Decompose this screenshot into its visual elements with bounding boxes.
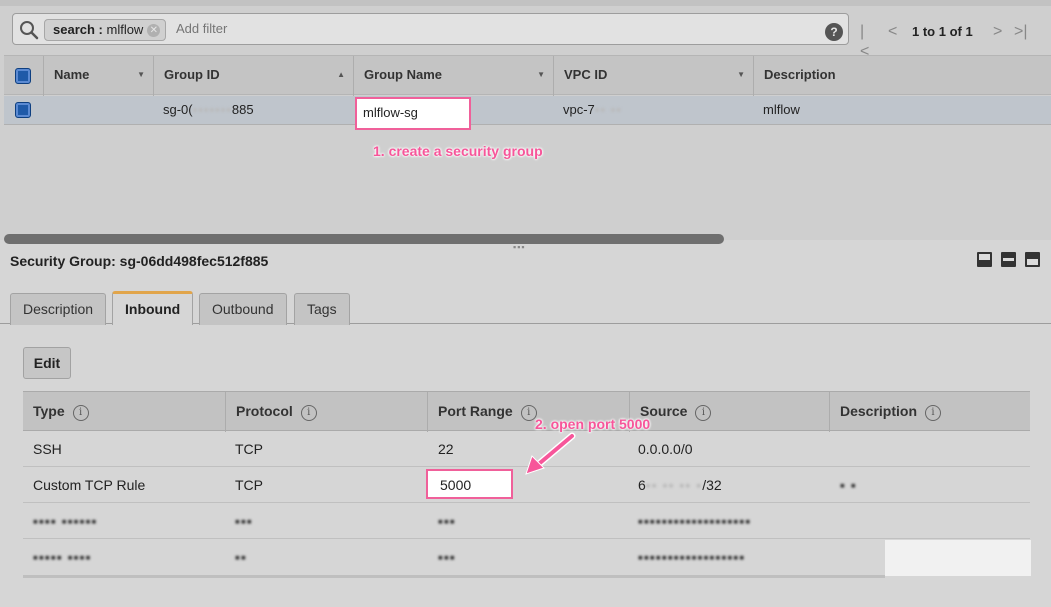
rules-column-source: Source i: [629, 392, 829, 432]
rule-description: ▪ ▪: [840, 477, 857, 493]
pagination-text: 1 to 1 of 1: [912, 24, 973, 39]
edit-rules-button[interactable]: Edit: [23, 347, 71, 379]
layout-bottom-icon[interactable]: [977, 252, 992, 267]
column-header-label: Protocol: [236, 403, 293, 419]
search-icon: [20, 21, 39, 40]
row-checkbox[interactable]: [15, 102, 31, 118]
details-title: Security Group: sg-06dd498fec512f885: [10, 253, 269, 269]
layout-top-icon[interactable]: [1025, 252, 1040, 267]
annotation-step-2: 2. open port 5000: [535, 416, 651, 432]
filter-chip-value: mlflow: [106, 22, 144, 37]
column-header-label: Description: [840, 403, 918, 419]
filter-chip-separator: :: [94, 22, 107, 37]
info-icon[interactable]: i: [72, 405, 89, 421]
table-row: ▪▪▪▪▪ ▪▪▪▪ ▪▪ ▪▪▪ ▪▪▪▪▪▪▪▪▪▪▪▪▪▪▪▪▪▪: [23, 539, 1030, 575]
column-header-label: Description: [764, 67, 836, 82]
column-header-name[interactable]: Name ▼: [43, 56, 153, 96]
info-icon[interactable]: i: [300, 405, 317, 421]
group-id-prefix: sg-0(: [163, 102, 193, 117]
cell-name: [43, 96, 153, 124]
cell-vpc-id[interactable]: vpc-7▪▪ ▪▪: [553, 96, 753, 124]
horizontal-scrollbar[interactable]: [4, 234, 724, 244]
rule-source: ▪▪▪▪▪▪▪▪▪▪▪▪▪▪▪▪▪▪: [638, 549, 746, 565]
group-id-redacted: ▪▪▪▪▪▪▪: [192, 102, 232, 117]
rule-source: 0.0.0.0/0: [638, 441, 693, 457]
vpc-id-prefix: vpc-7: [563, 102, 595, 117]
security-groups-list-panel: search : mlflow ✕ ? |< < 1 to 1 of 1 > >…: [0, 0, 1051, 244]
help-icon[interactable]: ?: [825, 23, 843, 41]
filter-chip[interactable]: search : mlflow ✕: [44, 19, 167, 41]
rules-table-scrollbar[interactable]: [23, 575, 885, 578]
port-range-highlight[interactable]: 5000: [426, 469, 513, 499]
panel-resize-handle[interactable]: ▪▪▪: [513, 242, 526, 252]
rule-source: ▪▪▪▪▪▪▪▪▪▪▪▪▪▪▪▪▪▪▪: [638, 513, 752, 529]
column-header-label: Group Name: [364, 67, 443, 82]
column-header-label: Group ID: [164, 67, 220, 82]
sort-icon[interactable]: ▼: [137, 56, 145, 94]
rule-type: Custom TCP Rule: [33, 477, 146, 493]
details-tabs: Description Inbound Outbound Tags: [0, 291, 1051, 325]
rule-source: 6▪▪ ▪▪ ▪▪ ▪/32: [628, 467, 722, 503]
info-icon[interactable]: i: [695, 405, 712, 421]
column-header-group-name[interactable]: Group Name ▼: [353, 56, 553, 96]
rule-protocol: ▪▪▪: [235, 513, 253, 529]
column-header-group-id[interactable]: Group ID ▲: [153, 56, 353, 96]
group-name-highlight[interactable]: mlflow-sg: [355, 97, 471, 130]
tab-inbound[interactable]: Inbound: [112, 291, 194, 325]
rules-column-type: Type i: [23, 392, 225, 432]
background-patch: [885, 540, 1031, 576]
annotation-arrow-icon: [525, 432, 576, 475]
rule-protocol: TCP: [235, 441, 263, 457]
filter-chip-key: search: [53, 22, 95, 37]
vpc-id-redacted: ▪▪ ▪▪: [594, 102, 622, 117]
info-icon[interactable]: i: [925, 405, 942, 421]
rule-port: ▪▪▪: [438, 513, 456, 529]
column-header-label: VPC ID: [564, 67, 608, 82]
select-all-checkbox[interactable]: [15, 68, 31, 84]
tab-description[interactable]: Description: [10, 293, 107, 325]
sort-icon[interactable]: ▼: [737, 56, 745, 94]
column-header-label: Name: [54, 67, 90, 82]
rule-description: [830, 431, 840, 467]
rules-column-protocol: Protocol i: [225, 392, 427, 432]
sort-ascending-icon[interactable]: ▲: [337, 56, 345, 94]
rules-column-description: Description i: [829, 392, 1030, 432]
rule-protocol: ▪▪: [235, 549, 247, 565]
tab-outbound[interactable]: Outbound: [199, 293, 287, 325]
table-row[interactable]: sg-0(▪▪▪▪▪▪▪885 vpc-7▪▪ ▪▪ mlflow: [4, 96, 1051, 125]
add-filter-input[interactable]: [176, 14, 352, 44]
rule-type: SSH: [33, 441, 62, 457]
group-id-suffix: 885: [231, 102, 254, 117]
annotation-step-1: 1. create a security group: [373, 143, 543, 159]
previous-page-icon[interactable]: <: [888, 22, 897, 42]
rule-protocol: TCP: [235, 477, 263, 493]
grid-header: Name ▼ Group ID ▲ Group Name ▼ VPC ID ▼ …: [4, 55, 1051, 96]
rule-port: 22: [438, 441, 454, 457]
source-redacted: ▪▪ ▪▪ ▪▪ ▪: [645, 477, 703, 493]
search-filter-bar[interactable]: search : mlflow ✕: [12, 13, 849, 45]
rule-port: ▪▪▪: [438, 549, 456, 565]
tab-tags[interactable]: Tags: [294, 293, 350, 325]
table-row: ▪▪▪▪ ▪▪▪▪▪▪ ▪▪▪ ▪▪▪ ▪▪▪▪▪▪▪▪▪▪▪▪▪▪▪▪▪▪▪: [23, 503, 1030, 539]
last-page-icon[interactable]: >|: [1014, 22, 1028, 42]
rule-type: ▪▪▪▪▪ ▪▪▪▪: [33, 549, 92, 565]
column-header-label: Port Range: [438, 403, 513, 419]
remove-filter-icon[interactable]: ✕: [147, 24, 161, 37]
sort-icon[interactable]: ▼: [537, 56, 545, 94]
cell-description: mlflow: [763, 102, 800, 117]
source-prefix: 6: [638, 477, 646, 493]
rule-type: ▪▪▪▪ ▪▪▪▪▪▪: [33, 513, 98, 529]
rules-header: Type i Protocol i Port Range i Source i Desc…: [23, 391, 1030, 432]
column-header-vpc-id[interactable]: VPC ID ▼: [553, 56, 753, 96]
cell-group-id: sg-0(▪▪▪▪▪▪▪885: [153, 96, 353, 124]
column-header-label: Type: [33, 403, 65, 419]
column-header-description[interactable]: Description: [753, 56, 1051, 96]
next-page-icon[interactable]: >: [993, 22, 1002, 42]
source-suffix: /32: [702, 477, 722, 493]
layout-split-icon[interactable]: [1001, 252, 1016, 267]
